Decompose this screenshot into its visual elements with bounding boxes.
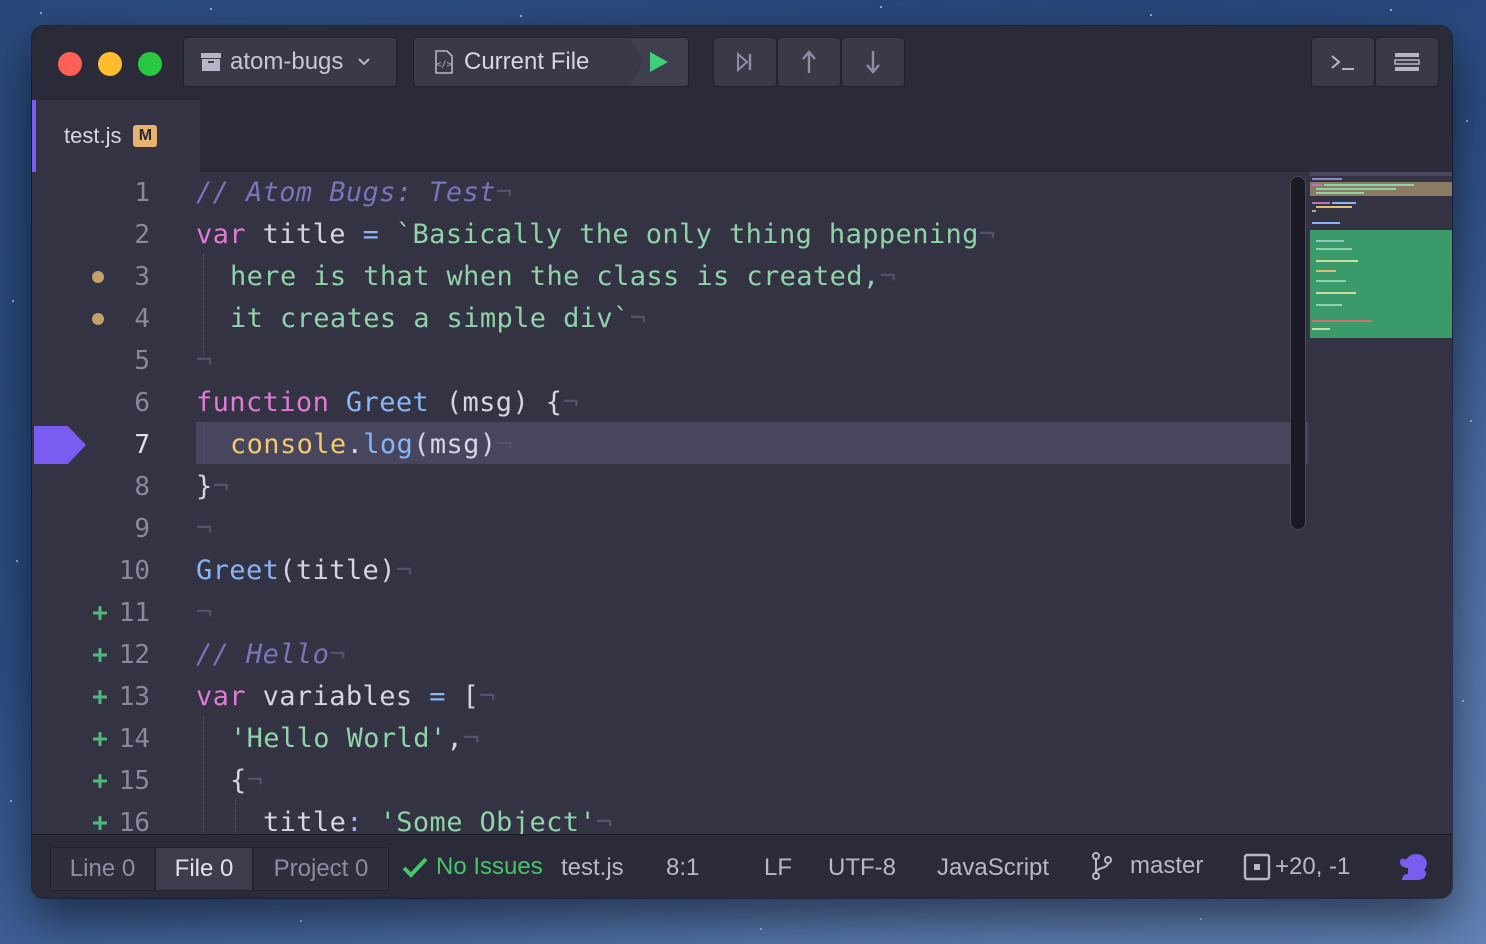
line-number[interactable]: 16 (102, 802, 150, 834)
console-button[interactable] (1311, 37, 1375, 87)
code-line-7: console.log(msg)¬ (230, 429, 514, 460)
status-bar: Line 0 File 0 Project 0 No Issues test.j… (32, 834, 1452, 898)
code-line-1: // Atom Bugs: Test¬ (196, 177, 513, 208)
minimize-window-button[interactable] (98, 52, 122, 76)
step-into-button[interactable] (841, 37, 905, 87)
list-panel-icon (1394, 53, 1420, 71)
code-line-8: }¬ (196, 471, 230, 502)
line-number[interactable]: 4 (102, 298, 150, 340)
code-line-11: ¬ (196, 597, 213, 628)
chevron-down-icon (358, 58, 371, 66)
no-issues-label: No Issues (436, 853, 543, 880)
status-filename[interactable]: test.js (561, 854, 624, 882)
close-window-button[interactable] (58, 52, 82, 76)
grammar-selector[interactable]: JavaScript (937, 854, 1049, 882)
code-line-4: it creates a simple div`¬ (230, 303, 647, 334)
run-config-button[interactable]: </> Current File (413, 37, 689, 87)
line-number[interactable]: 13 (102, 676, 150, 718)
code-line-5: ¬ (196, 345, 213, 376)
line-number[interactable]: 7 (102, 424, 150, 466)
code-line-3: here is that when the class is created,¬ (230, 261, 897, 292)
modified-badge: M (133, 125, 158, 147)
code-line-16: title: 'Some Object'¬ (263, 807, 613, 834)
code-line-14: 'Hello World',¬ (230, 723, 480, 754)
code-file-icon: </> (435, 50, 453, 74)
panel-toggle-button[interactable] (1375, 37, 1439, 87)
gutter-row: 9 (32, 508, 1452, 550)
linter-tab-project[interactable]: Project 0 (253, 847, 389, 891)
title-bar: atom-bugs </> Current File (32, 26, 1452, 101)
line-number[interactable]: 14 (102, 718, 150, 760)
line-number[interactable]: 15 (102, 760, 150, 802)
svg-text:</>: </> (436, 60, 453, 70)
branch-name: master (1130, 852, 1204, 879)
step-icon (737, 51, 752, 73)
arrow-down-icon (866, 51, 880, 74)
gutter-row: +11 (32, 592, 1452, 634)
tab-bar: test.js M (32, 100, 1452, 173)
gutter-row: 5 (32, 340, 1452, 382)
step-over-button[interactable] (713, 37, 777, 87)
code-line-13: var variables = [¬ (196, 681, 496, 712)
linter-status[interactable]: No Issues (402, 853, 543, 881)
archive-icon (201, 53, 221, 71)
cursor-position[interactable]: 8:1 (666, 854, 699, 882)
diff-count: +20, -1 (1275, 853, 1351, 880)
line-number[interactable]: 6 (102, 382, 150, 424)
squirrel-icon[interactable] (1396, 852, 1430, 882)
line-ending[interactable]: LF (764, 854, 792, 882)
line-number[interactable]: 8 (102, 466, 150, 508)
gutter-row: +16 (32, 802, 1452, 834)
line-number[interactable]: 3 (102, 256, 150, 298)
code-line-9: ¬ (196, 513, 213, 544)
tab-test-js[interactable]: test.js M (32, 100, 200, 172)
code-line-2: var title = `Basically the only thing ha… (196, 219, 996, 250)
step-out-button[interactable] (777, 37, 841, 87)
project-selector[interactable]: atom-bugs (183, 37, 397, 87)
vertical-scrollbar[interactable] (1290, 176, 1306, 530)
code-line-10: Greet(title)¬ (196, 555, 413, 586)
git-branch-icon (1092, 852, 1112, 880)
line-number[interactable]: 11 (102, 592, 150, 634)
check-icon (402, 857, 428, 878)
line-number[interactable]: 12 (102, 634, 150, 676)
zoom-window-button[interactable] (138, 52, 162, 76)
run-button[interactable] (630, 38, 688, 86)
diff-icon (1243, 853, 1271, 881)
minimap-preview (1310, 172, 1452, 338)
line-number[interactable]: 5 (102, 340, 150, 382)
file-encoding[interactable]: UTF-8 (828, 854, 896, 882)
git-diff-summary[interactable]: +20, -1 (1243, 853, 1350, 881)
minimap[interactable] (1308, 172, 1452, 834)
line-number[interactable]: 9 (102, 508, 150, 550)
code-editor[interactable]: 1 2 3 4 5 6 7 8 9 10 +11 +12 +13 +14 +15 +16 // Atom Bu… (32, 172, 1452, 834)
tab-title: test.js (64, 123, 122, 148)
line-number[interactable]: 1 (102, 172, 150, 214)
gutter-row: 8 (32, 466, 1452, 508)
git-branch[interactable]: master (1090, 851, 1203, 881)
terminal-icon (1331, 55, 1354, 70)
code-line-15: {¬ (230, 765, 264, 796)
arrow-up-icon (802, 50, 816, 73)
editor-window: atom-bugs </> Current File test.js M 1 2… (32, 26, 1452, 898)
linter-tab-file[interactable]: File 0 (155, 847, 253, 891)
code-line-12: // Hello¬ (196, 639, 346, 670)
code-line-6: function Greet (msg) {¬ (196, 387, 580, 418)
project-label: atom-bugs (230, 48, 344, 75)
breakpoint-marker[interactable] (34, 426, 86, 464)
play-icon (650, 52, 668, 72)
line-number[interactable]: 2 (102, 214, 150, 256)
linter-tab-line[interactable]: Line 0 (50, 847, 155, 891)
current-file-label: Current File (464, 48, 590, 75)
line-number[interactable]: 10 (102, 550, 150, 592)
